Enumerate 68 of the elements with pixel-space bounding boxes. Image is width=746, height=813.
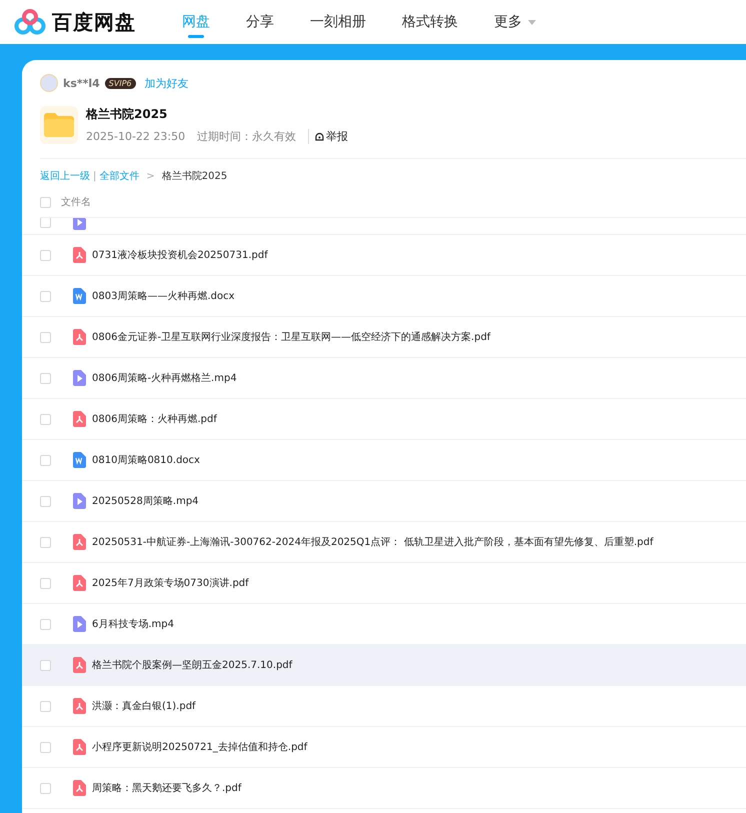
row-checkbox[interactable] <box>40 782 51 794</box>
user-name: ks**l4 <box>63 76 100 90</box>
logo-icon <box>14 9 46 35</box>
pdf-file-icon <box>73 739 86 755</box>
row-checkbox[interactable] <box>40 290 51 302</box>
breadcrumb-current: 格兰书院2025 <box>162 170 228 183</box>
nav-tab[interactable]: 分享 <box>246 0 274 44</box>
row-checkbox[interactable] <box>40 414 51 424</box>
row-checkbox[interactable] <box>40 496 51 506</box>
row-checkbox[interactable] <box>40 660 51 670</box>
row-checkbox[interactable] <box>40 618 51 630</box>
file-name[interactable]: 6月科技专场.mp4 <box>92 617 174 631</box>
pdf-file-icon <box>73 698 86 714</box>
file-name[interactable]: 洪灏：真金白银(1).pdf <box>92 699 196 713</box>
select-all-checkbox[interactable] <box>40 196 51 208</box>
active-tab-underline <box>188 35 204 38</box>
row-checkbox[interactable] <box>40 578 51 588</box>
expiry-text: 过期时间：永久有效 <box>197 129 296 144</box>
row-checkbox[interactable] <box>40 372 51 384</box>
logo-text: 百度网盘 <box>52 8 136 36</box>
vip-badge: SVIP6 <box>104 78 136 88</box>
file-name[interactable]: 0806周策略-火种再燃格兰.mp4 <box>92 371 237 385</box>
column-header: 文件名 <box>61 196 91 209</box>
row-checkbox[interactable] <box>40 742 51 752</box>
file-row[interactable] <box>22 218 746 235</box>
file-name[interactable]: 0810周策略0810.docx <box>92 453 200 467</box>
video-file-icon <box>73 370 86 386</box>
pdf-file-icon <box>73 411 86 427</box>
nav-tab[interactable]: 更多 <box>494 0 536 44</box>
word-file-icon <box>73 288 86 304</box>
file-name[interactable]: 格兰书院个股案例—坚朗五金2025.7.10.pdf <box>92 658 292 672</box>
breadcrumb-separator: > <box>146 170 155 182</box>
pdf-file-icon <box>73 247 86 263</box>
file-row[interactable]: 格兰书院个股案例—坚朗五金2025.7.10.pdf <box>22 645 746 686</box>
pdf-file-icon <box>73 657 86 673</box>
pdf-file-icon <box>73 780 86 796</box>
file-name[interactable]: 周策略：黑天鹅还要飞多久？.pdf <box>92 781 242 795</box>
pdf-file-icon <box>73 534 86 550</box>
alarm-icon <box>315 132 324 141</box>
file-name[interactable]: 20250528周策略.mp4 <box>92 494 199 508</box>
file-name[interactable]: 0803周策略——火种再燃.docx <box>92 289 235 303</box>
word-file-icon <box>73 452 86 468</box>
folder-title: 格兰书院2025 <box>86 106 168 123</box>
video-file-icon <box>73 616 86 632</box>
breadcrumb-divider: | <box>93 170 96 182</box>
pdf-file-icon <box>73 575 86 591</box>
file-name[interactable]: 0806周策略：火种再燃.pdf <box>92 412 217 426</box>
video-file-icon <box>73 493 86 509</box>
folder-icon <box>40 106 78 144</box>
file-name[interactable]: 0806金元证券-卫星互联网行业深度报告：卫星互联网——低空经济下的通感解决方案.pdf <box>92 330 490 344</box>
row-checkbox[interactable] <box>40 536 51 548</box>
caret-icon <box>528 20 536 24</box>
report-link[interactable]: 举报 <box>308 129 348 144</box>
share-date: 2025-10-22 23:50 <box>86 130 186 143</box>
avatar-icon <box>40 74 58 92</box>
row-checkbox[interactable] <box>40 700 51 712</box>
row-checkbox[interactable] <box>40 332 51 342</box>
file-name[interactable]: 20250531-中航证券-上海瀚讯-300762-2024年报及2025Q1点评： 低轨卫星进入批产阶段，基本面有望先修复、后重塑.pdf <box>92 535 654 549</box>
nav-tab[interactable]: 格式转换 <box>402 0 458 44</box>
file-name[interactable]: 2025年7月政策专场0730演讲.pdf <box>92 576 249 590</box>
file-name[interactable]: 0731液冷板块投资机会20250731.pdf <box>92 248 268 262</box>
row-checkbox[interactable] <box>40 454 51 466</box>
video-file-icon <box>73 218 86 230</box>
row-checkbox[interactable] <box>40 250 51 260</box>
pdf-file-icon <box>73 329 86 345</box>
file-name[interactable]: 小程序更新说明20250721_去掉估值和持仓.pdf <box>92 740 308 754</box>
row-checkbox[interactable] <box>40 218 51 228</box>
nav-tab[interactable]: 一刻相册 <box>310 0 366 44</box>
